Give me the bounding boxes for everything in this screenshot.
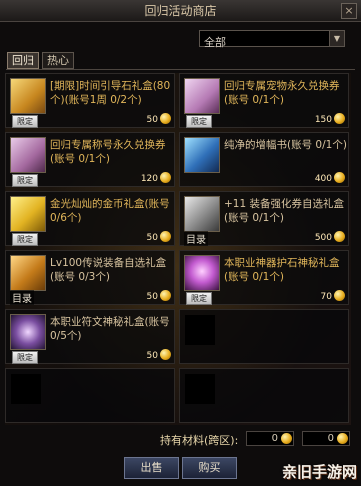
purple-ticket-icon — [184, 78, 220, 114]
item-price: 150 — [314, 115, 332, 125]
coin-icon — [160, 290, 171, 301]
item-price: 50 — [146, 292, 158, 302]
item-name: 回归专属宠物永久兑换券(账号 0/1个) — [224, 80, 340, 106]
held-material-value-1: 0 — [246, 431, 294, 446]
item-name: Lv100传说装备自选礼盒(账号 0/3个) — [50, 257, 167, 283]
category-filter-dropdown[interactable]: 全部 ▼ — [199, 30, 345, 49]
blue-book-icon — [184, 137, 220, 173]
shop-item-5[interactable]: 目录 +11 装备强化券自选礼盒(账号 0/1个) 500 — [179, 191, 349, 246]
empty-slot-box — [185, 315, 215, 345]
item-price: 120 — [140, 174, 158, 184]
limited-badge: 限定 — [12, 174, 38, 187]
item-name: +11 装备强化券自选礼盒(账号 0/1个) — [224, 198, 344, 224]
scroll-icon — [184, 196, 220, 232]
shop-item-4[interactable]: 限定 金光灿灿的金币礼盒(账号 0/6个) 50 — [5, 191, 175, 246]
coin-icon — [334, 231, 345, 242]
window-titlebar: 回归活动商店 × — [0, 0, 361, 22]
coin-icon — [334, 290, 345, 301]
coin-icon — [160, 231, 171, 242]
held-material-value-2: 0 — [302, 431, 350, 446]
limited-badge: 限定 — [12, 115, 38, 128]
rune-icon — [10, 314, 46, 350]
sell-button[interactable]: 出售 — [124, 457, 179, 479]
item-price: 500 — [314, 233, 332, 243]
limited-badge: 限定 — [186, 292, 212, 305]
item-price: 70 — [320, 292, 332, 302]
window-title: 回归活动商店 — [144, 4, 217, 18]
gold-box-icon — [10, 196, 46, 232]
pink-orb-icon — [184, 255, 220, 291]
item-name: 本职业符文神秘礼盒(账号 0/5个) — [50, 316, 170, 342]
shop-item-7[interactable]: 限定 本职业神器护石神秘礼盒(账号 0/1个) 70 — [179, 250, 349, 305]
limited-badge: 限定 — [12, 233, 38, 246]
coin-icon — [160, 113, 171, 124]
close-button[interactable]: × — [341, 3, 357, 19]
gold-box-icon — [10, 78, 46, 114]
item-name: 金光灿灿的金币礼盒(账号 0/6个) — [50, 198, 170, 224]
coin-icon — [334, 172, 345, 183]
item-name: [期限]时间引导石礼盒(80个)(账号1周 0/2个) — [50, 80, 171, 106]
tab-return[interactable]: 回归 — [7, 52, 39, 69]
purple-ticket-icon — [10, 137, 46, 173]
coin-icon — [160, 172, 171, 183]
shop-item-0[interactable]: 限定 [期限]时间引导石礼盒(80个)(账号1周 0/2个) 50 — [5, 73, 175, 128]
item-price: 50 — [146, 115, 158, 125]
item-price: 50 — [146, 233, 158, 243]
catalog-label: 目录 — [10, 290, 34, 305]
chevron-down-icon[interactable]: ▼ — [329, 31, 344, 46]
empty-slot — [5, 368, 175, 423]
tab-enthusiasm[interactable]: 热心 — [42, 52, 74, 69]
catalog-label: 目录 — [184, 231, 208, 246]
empty-slot — [179, 368, 349, 423]
filter-selected-value: 全部 — [204, 36, 226, 49]
coin-icon — [337, 433, 348, 444]
shop-item-3[interactable]: 纯净的增幅书(账号 0/1个) 400 — [179, 132, 349, 187]
gold-box-icon — [10, 255, 46, 291]
empty-slot — [179, 309, 349, 364]
empty-slot-box — [11, 374, 41, 404]
empty-slot-box — [185, 374, 215, 404]
limited-badge: 限定 — [12, 351, 38, 364]
item-name: 纯净的增幅书(账号 0/1个) — [224, 139, 347, 151]
shop-item-2[interactable]: 限定 回归专属称号永久兑换券(账号 0/1个) 120 — [5, 132, 175, 187]
buy-button[interactable]: 购买 — [182, 457, 237, 479]
site-watermark: 亲旧手游网 — [281, 463, 357, 481]
held-material-amount: 0 — [327, 433, 334, 444]
shop-item-1[interactable]: 限定 回归专属宠物永久兑换券(账号 0/1个) 150 — [179, 73, 349, 128]
coin-icon — [160, 349, 171, 360]
tab-divider — [6, 69, 355, 70]
item-price: 50 — [146, 351, 158, 361]
held-material-amount: 0 — [271, 433, 278, 444]
item-price: 400 — [314, 174, 332, 184]
shop-item-6[interactable]: 目录 Lv100传说装备自选礼盒(账号 0/3个) 50 — [5, 250, 175, 305]
held-material-label: 持有材料(跨区): — [160, 434, 239, 447]
item-name: 回归专属称号永久兑换券(账号 0/1个) — [50, 139, 166, 165]
limited-badge: 限定 — [186, 115, 212, 128]
coin-icon — [281, 433, 292, 444]
shop-item-grid: 限定 [期限]时间引导石礼盒(80个)(账号1周 0/2个) 50 限定 回归专… — [5, 73, 351, 425]
shop-item-8[interactable]: 限定 本职业符文神秘礼盒(账号 0/5个) 50 — [5, 309, 175, 364]
coin-icon — [334, 113, 345, 124]
item-name: 本职业神器护石神秘礼盒(账号 0/1个) — [224, 257, 340, 283]
